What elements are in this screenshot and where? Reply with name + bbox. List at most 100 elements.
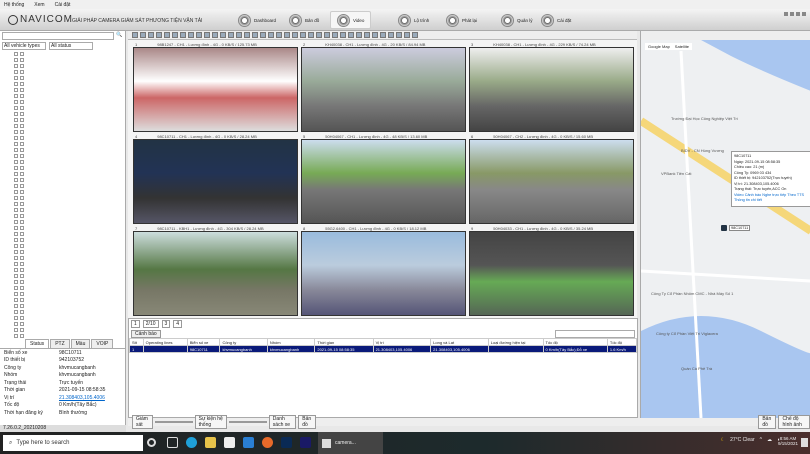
taskbar-app-camera[interactable]: camera...	[318, 432, 383, 454]
bottom-tab[interactable]: Bản đồ	[758, 415, 777, 429]
video-stream[interactable]	[301, 139, 466, 224]
toolbar-button[interactable]	[132, 32, 138, 38]
system-tray[interactable]: ☾ 27°C Clear ^ ☁ ◖	[721, 437, 780, 443]
bottom-tab[interactable]: Chế độ hình ảnh	[778, 415, 810, 429]
video-stream[interactable]	[133, 231, 298, 316]
close-icon[interactable]	[802, 12, 806, 16]
toolbar-button[interactable]	[156, 32, 162, 38]
cortana-icon[interactable]	[147, 438, 156, 447]
bottom-tab[interactable]	[154, 421, 193, 423]
table-row[interactable]: 1 98C10711 khvmucangbanh khvmucangbanh 2021-…	[129, 345, 638, 353]
video-stream[interactable]	[133, 139, 298, 224]
map-place-label[interactable]: Công Ty Cổ Phần Nhôm CMC - Nhà Máy Số 1	[651, 291, 733, 296]
video-cell[interactable]: 1 98B1247 - CH1 - Lương đình - 4G - 0 KB/…	[133, 42, 298, 133]
toolbar-button[interactable]	[324, 32, 330, 38]
menu-settings[interactable]: Cài đặt	[55, 2, 71, 8]
status-select[interactable]: All status	[49, 42, 93, 50]
video-stream[interactable]	[301, 231, 466, 316]
video-toolbar[interactable]	[128, 31, 637, 40]
page-tab[interactable]: 2/10	[142, 320, 159, 328]
toolbar-button[interactable]	[308, 32, 314, 38]
page-tab[interactable]: 3	[161, 320, 171, 328]
video-cell[interactable]: 6 50H04067 - CH2 - Lương đình - 4G - 0 KB…	[469, 134, 634, 225]
video-cell[interactable]: 2 KH40038 - CH1 - Lương đình - 4G - 20 KB…	[301, 42, 466, 133]
restore-icon[interactable]	[790, 12, 794, 16]
column-header[interactable]: Vị trí	[372, 338, 432, 346]
map-place-label[interactable]: VPBank Tiên Cát	[661, 171, 691, 176]
bottom-tab[interactable]: Giám sát	[132, 415, 153, 429]
nav-5[interactable]: Quản lý	[495, 11, 539, 29]
toolbar-button[interactable]	[300, 32, 306, 38]
tab-satellite[interactable]: Satellite	[675, 44, 689, 49]
window-controls[interactable]	[784, 12, 806, 16]
alarm-dropdown[interactable]: Cảnh báo	[131, 329, 161, 338]
toolbar-button[interactable]	[276, 32, 282, 38]
column-header[interactable]: Tốc độ	[542, 338, 608, 346]
bottom-tab[interactable]: Bản đồ	[298, 415, 317, 429]
map-place-label[interactable]: Trường Đại Học Công Nghiệp Việt Trì	[671, 116, 738, 121]
network-icon[interactable]: ☁	[767, 437, 772, 443]
toolbar-button[interactable]	[140, 32, 146, 38]
search-icon[interactable]: 🔍	[116, 32, 122, 40]
column-header[interactable]: Loại đường hiện tại	[487, 338, 544, 346]
toolbar-button[interactable]	[260, 32, 266, 38]
vehicle-tree[interactable]	[0, 51, 124, 351]
toolbar-button[interactable]	[404, 32, 410, 38]
nav-0[interactable]: Dashboard	[232, 11, 282, 29]
map-panel[interactable]: Google Map Satellite 98C10711 Ngày: 2021-0…	[640, 31, 810, 418]
bottom-tab[interactable]	[228, 421, 267, 423]
column-header[interactable]: Operating lines	[142, 338, 188, 346]
column-header[interactable]: Nhóm	[266, 338, 316, 346]
map-place-label[interactable]: Công ty Cổ Phần Việt Trì Viglacera	[656, 331, 718, 336]
toolbar-button[interactable]	[340, 32, 346, 38]
tab-google-map[interactable]: Google Map	[648, 44, 670, 49]
video-stream[interactable]	[133, 47, 298, 132]
toolbar-button[interactable]	[220, 32, 226, 38]
map-place-label[interactable]: Quán Cà Phê Trà	[681, 366, 712, 371]
video-stream[interactable]	[301, 47, 466, 132]
column-header[interactable]: Tốc độ	[606, 338, 638, 346]
toolbar-button[interactable]	[252, 32, 258, 38]
nav-2[interactable]: Video	[330, 11, 372, 29]
nav-3[interactable]: Lộ trình	[392, 11, 435, 29]
toolbar-button[interactable]	[204, 32, 210, 38]
maximize-icon[interactable]	[796, 12, 800, 16]
taskbar-search[interactable]: ⌕ Type here to search	[3, 435, 143, 451]
nav-6[interactable]: Cài đặt	[535, 11, 577, 29]
bottom-tab[interactable]: Sự kiện hệ thống	[194, 415, 227, 429]
toolbar-button[interactable]	[228, 32, 234, 38]
video-cell[interactable]: 3 KH40038 - CH1 - Lương đình - 4G - 229 K…	[469, 42, 634, 133]
toolbar-button[interactable]	[268, 32, 274, 38]
vehicle-type-select[interactable]: All vehicle types	[2, 42, 46, 50]
minimize-icon[interactable]	[784, 12, 788, 16]
toolbar-button[interactable]	[284, 32, 290, 38]
video-stream[interactable]	[469, 47, 634, 132]
video-cell[interactable]: 5 50H04067 - CH1 - Lương đình - 4G - 48 K…	[301, 134, 466, 225]
toolbar-button[interactable]	[316, 32, 322, 38]
clock[interactable]: 8:56 AM 9/15/2021	[778, 436, 798, 446]
edge-icon[interactable]	[186, 437, 197, 448]
premiere-icon[interactable]	[300, 437, 311, 448]
column-header[interactable]: Long và Lat	[430, 338, 489, 346]
column-header[interactable]: Stt	[129, 338, 144, 346]
nav-1[interactable]: Bản đồ	[283, 11, 325, 29]
menu-system[interactable]: Hệ thống	[4, 2, 24, 8]
map-type-tabs[interactable]: Google Map Satellite	[645, 43, 693, 50]
video-cell[interactable]: 7 98C10711 - KBH1 - Lương đình - 4G - 304…	[133, 226, 298, 317]
toolbar-button[interactable]	[172, 32, 178, 38]
toolbar-button[interactable]	[380, 32, 386, 38]
toolbar-button[interactable]	[188, 32, 194, 38]
notification-icon[interactable]	[801, 438, 808, 447]
file-explorer-icon[interactable]	[205, 437, 216, 448]
info-tab[interactable]: VOIP	[91, 339, 114, 348]
alarm-filter-select[interactable]	[555, 329, 635, 338]
toolbar-button[interactable]	[164, 32, 170, 38]
toolbar-button[interactable]	[332, 32, 338, 38]
vehicle-marker[interactable]: 98C10711	[721, 225, 751, 231]
toolbar-button[interactable]	[196, 32, 202, 38]
chevron-up-icon[interactable]: ^	[760, 437, 762, 443]
toolbar-button[interactable]	[212, 32, 218, 38]
info-tab[interactable]: PTZ	[50, 339, 70, 348]
toolbar-button[interactable]	[372, 32, 378, 38]
toolbar-button[interactable]	[356, 32, 362, 38]
